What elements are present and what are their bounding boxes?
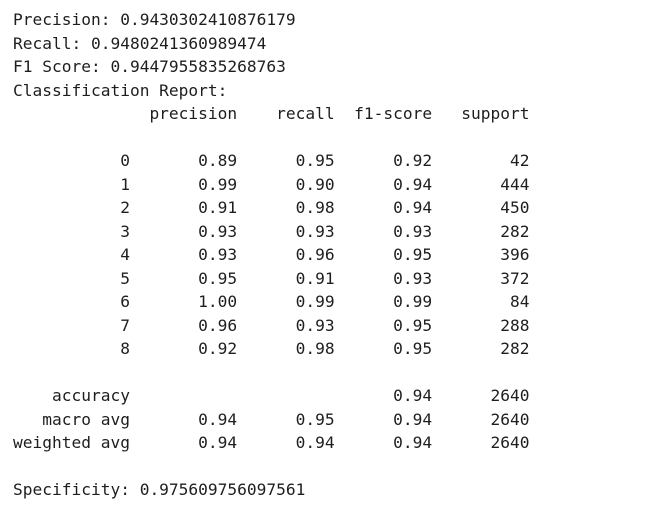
report-row-class-3: 3 0.93 0.93 0.93 282: [13, 221, 530, 241]
report-row-class-4: 4 0.93 0.96 0.95 396: [13, 245, 530, 264]
precision-line: Precision: 0.9430302410876179: [13, 10, 296, 29]
report-row-class-7: 7 0.96 0.93 0.95 288: [13, 315, 530, 335]
report-row-macro-avg: macro avg 0.94 0.95 0.94 2640: [13, 409, 530, 429]
report-row-class-6: 6 1.00 0.99 0.99 84: [13, 292, 530, 311]
report-row-accuracy: accuracy 0.94 2640: [13, 386, 530, 405]
report-header-row: precision recall f1-score support: [13, 104, 530, 123]
report-row-class-5: 5 0.95 0.91 0.93 372: [13, 268, 530, 288]
report-row-class-1: 1 0.99 0.90 0.94 444: [13, 174, 530, 194]
f1-score-line: F1 Score: 0.9447955835268763: [13, 57, 286, 76]
report-row-weighted-avg: weighted avg 0.94 0.94 0.94 2640: [13, 433, 530, 452]
report-row-class-0: 0 0.89 0.95 0.92 42: [13, 151, 530, 170]
report-title: Classification Report:: [13, 80, 228, 100]
notebook-output: Precision: 0.9430302410876179 Recall: 0.9…: [13, 8, 530, 502]
specificity-line: Specificity: 0.975609756097561: [13, 480, 306, 499]
report-row-class-2: 2 0.91 0.98 0.94 450: [13, 198, 530, 217]
report-row-class-8: 8 0.92 0.98 0.95 282: [13, 339, 530, 358]
recall-line: Recall: 0.9480241360989474: [13, 33, 267, 53]
